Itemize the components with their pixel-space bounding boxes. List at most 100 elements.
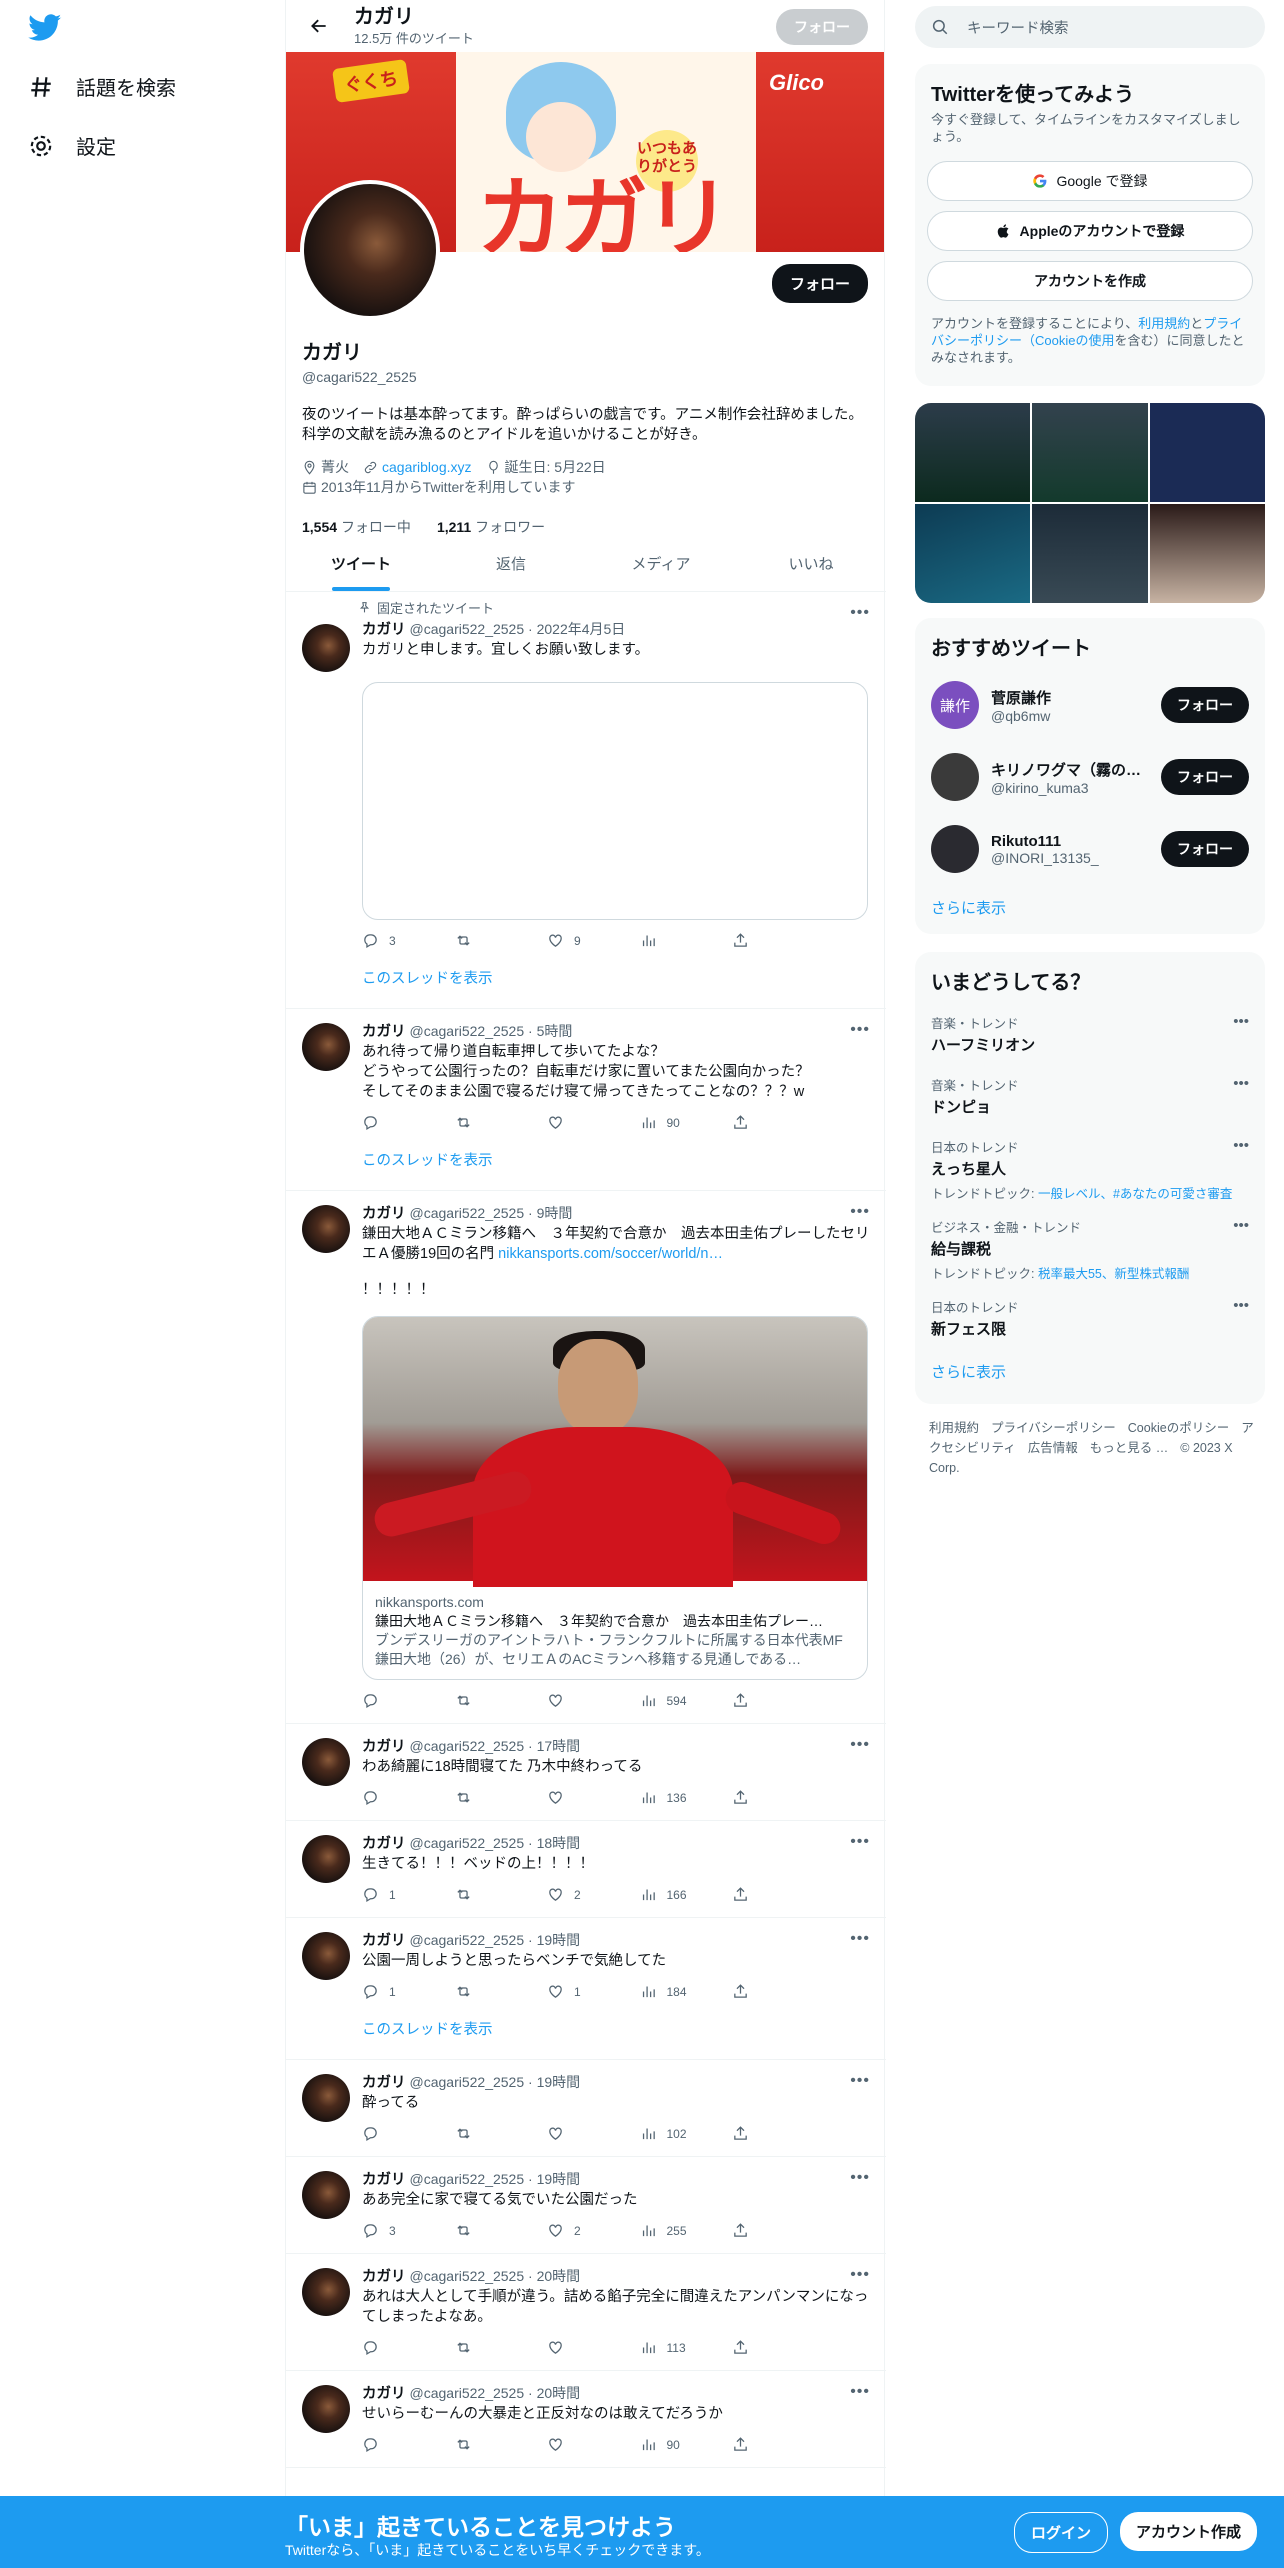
share-action[interactable] (732, 1886, 792, 1903)
twitter-logo-icon[interactable] (28, 14, 62, 42)
tweet-author-name[interactable]: カガリ (362, 622, 406, 638)
like-action[interactable]: 2 (547, 2222, 634, 2239)
tweet-time[interactable]: 19時間 (537, 2171, 581, 2187)
retweet-action[interactable] (455, 2125, 542, 2142)
tab-replies[interactable]: 返信 (436, 540, 586, 591)
tab-tweets[interactable]: ツイート (286, 540, 436, 591)
tweet-avatar[interactable] (302, 1205, 350, 1253)
like-action[interactable] (547, 1789, 634, 1806)
search-input[interactable]: キーワード検索 (967, 17, 1069, 38)
share-action[interactable] (732, 1789, 792, 1806)
recommended-avatar[interactable] (931, 825, 979, 873)
reply-action[interactable]: 3 (362, 2222, 449, 2239)
reply-action[interactable] (362, 2339, 449, 2356)
views-action[interactable]: 594 (640, 1692, 727, 1709)
like-action[interactable] (547, 1692, 634, 1709)
nav-explore[interactable]: 話題を検索 (28, 72, 176, 101)
terms-link[interactable]: 利用規約 (1138, 316, 1190, 331)
tweet-author-handle[interactable]: @cagari522_2525 (410, 2171, 525, 2187)
more-icon[interactable]: ••• (850, 1021, 870, 1039)
views-action[interactable]: 255 (640, 2222, 727, 2239)
trend-item[interactable]: 日本のトレンド 新フェス限 ••• (915, 1287, 1265, 1349)
more-icon[interactable]: ••• (850, 1833, 870, 1851)
retweet-action[interactable] (455, 1983, 542, 2000)
recommended-follow-button[interactable]: フォロー (1161, 831, 1249, 867)
tweet-avatar[interactable] (302, 1932, 350, 1980)
trend-topic-links[interactable]: 税率最大55、新型株式報酬 (1038, 1267, 1189, 1281)
google-signup-button[interactable]: Google で登録 (927, 161, 1253, 201)
like-action[interactable] (547, 2339, 634, 2356)
recommended-user[interactable]: Rikuto111 @INORI_13135_ フォロー (915, 813, 1265, 885)
tweet-avatar[interactable] (302, 1023, 350, 1071)
views-action[interactable]: 184 (640, 1983, 727, 2000)
trend-item[interactable]: 音楽・トレンド ドンピョ ••• (915, 1065, 1265, 1127)
share-action[interactable] (732, 2436, 792, 2453)
tweet-avatar[interactable] (302, 2385, 350, 2433)
share-action[interactable] (732, 2339, 792, 2356)
trend-item[interactable]: ビジネス・金融・トレンド 給与課税 トレンドトピック: 税率最大55、新型株式報酬 •… (915, 1207, 1265, 1287)
retweet-action[interactable] (455, 1114, 542, 1131)
tweet-media[interactable] (362, 682, 868, 920)
media-thumbnail[interactable] (1032, 403, 1148, 502)
retweet-action[interactable] (455, 1789, 542, 1806)
tweet-time[interactable]: 17時間 (537, 1738, 581, 1754)
more-icon[interactable]: ••• (850, 1736, 870, 1754)
views-action[interactable]: 113 (640, 2339, 727, 2356)
tab-media[interactable]: メディア (586, 540, 736, 591)
following-stat[interactable]: 1,554 フォロー中 (302, 517, 411, 537)
tweet-time[interactable]: 9時間 (537, 1205, 573, 1221)
create-account-button[interactable]: アカウントを作成 (927, 261, 1253, 301)
views-action[interactable]: 136 (640, 1789, 727, 1806)
tab-likes[interactable]: いいね (736, 540, 886, 591)
like-action[interactable] (547, 2125, 634, 2142)
reply-action[interactable] (362, 2125, 449, 2142)
recommended-follow-button[interactable]: フォロー (1161, 687, 1249, 723)
trend-item[interactable]: 日本のトレンド えっち星人 トレンドトピック: 一般レベル、#あなたの可愛さ審査 ••… (915, 1127, 1265, 1207)
retweet-action[interactable] (455, 2339, 542, 2356)
trend-topic-links[interactable]: 一般レベル、#あなたの可愛さ審査 (1038, 1187, 1232, 1201)
profile-website[interactable]: cagariblog.xyz (363, 457, 472, 477)
tweet-author-handle[interactable]: @cagari522_2525 (410, 2074, 525, 2090)
more-icon[interactable]: ••• (1233, 1297, 1249, 1314)
retweet-action[interactable] (455, 932, 542, 949)
apple-signup-button[interactable]: Appleのアカウントで登録 (927, 211, 1253, 251)
tweet-time[interactable]: 19時間 (537, 1932, 581, 1948)
more-icon[interactable]: ••• (1233, 1217, 1249, 1234)
tweet-avatar[interactable] (302, 1738, 350, 1786)
footer-link[interactable]: 広告情報 (1028, 1441, 1078, 1455)
more-icon[interactable]: ••• (850, 604, 870, 622)
link-card[interactable]: nikkansports.com 鎌田大地ＡＣミラン移籍へ ３年契約で合意か 過去… (362, 1316, 868, 1680)
nav-settings[interactable]: 設定 (28, 131, 116, 160)
show-thread-link[interactable]: このスレッドを表示 (362, 1131, 870, 1176)
followers-stat[interactable]: 1,211 フォロワー (437, 517, 545, 537)
recommended-avatar[interactable] (931, 753, 979, 801)
tweet-author-name[interactable]: カガリ (362, 2172, 406, 2188)
tweet-avatar[interactable] (302, 1835, 350, 1883)
more-icon[interactable]: ••• (850, 2169, 870, 2187)
tweet-author-handle[interactable]: @cagari522_2525 (410, 621, 525, 637)
views-action[interactable]: 90 (640, 1114, 727, 1131)
like-action[interactable]: 2 (547, 1886, 634, 1903)
tweet-time[interactable]: 2022年4月5日 (537, 621, 626, 637)
tweet-link[interactable]: nikkansports.com/soccer/world/n… (498, 1246, 723, 1262)
tweet-author-handle[interactable]: @cagari522_2525 (410, 1932, 525, 1948)
footer-link[interactable]: Cookieのポリシー (1128, 1421, 1229, 1435)
tweet-author-name[interactable]: カガリ (362, 1739, 406, 1755)
share-action[interactable] (732, 1114, 792, 1131)
more-icon[interactable]: ••• (1233, 1075, 1249, 1092)
more-icon[interactable]: ••• (850, 2266, 870, 2284)
recommended-follow-button[interactable]: フォロー (1161, 759, 1249, 795)
media-thumbnail[interactable] (1149, 403, 1265, 502)
media-thumbnail[interactable] (915, 504, 1031, 603)
more-icon[interactable]: ••• (850, 1203, 870, 1221)
media-thumbnail[interactable] (1149, 504, 1265, 603)
more-icon[interactable]: ••• (850, 1930, 870, 1948)
profile-website-link[interactable]: cagariblog.xyz (382, 457, 472, 477)
tweet-author-handle[interactable]: @cagari522_2525 (410, 2268, 525, 2284)
views-action[interactable]: 90 (640, 2436, 727, 2453)
tweet-time[interactable]: 20時間 (537, 2268, 581, 2284)
like-action[interactable]: 1 (547, 1983, 634, 2000)
reply-action[interactable] (362, 1789, 449, 1806)
reply-action[interactable] (362, 1692, 449, 1709)
tweet-time[interactable]: 5時間 (537, 1023, 573, 1039)
